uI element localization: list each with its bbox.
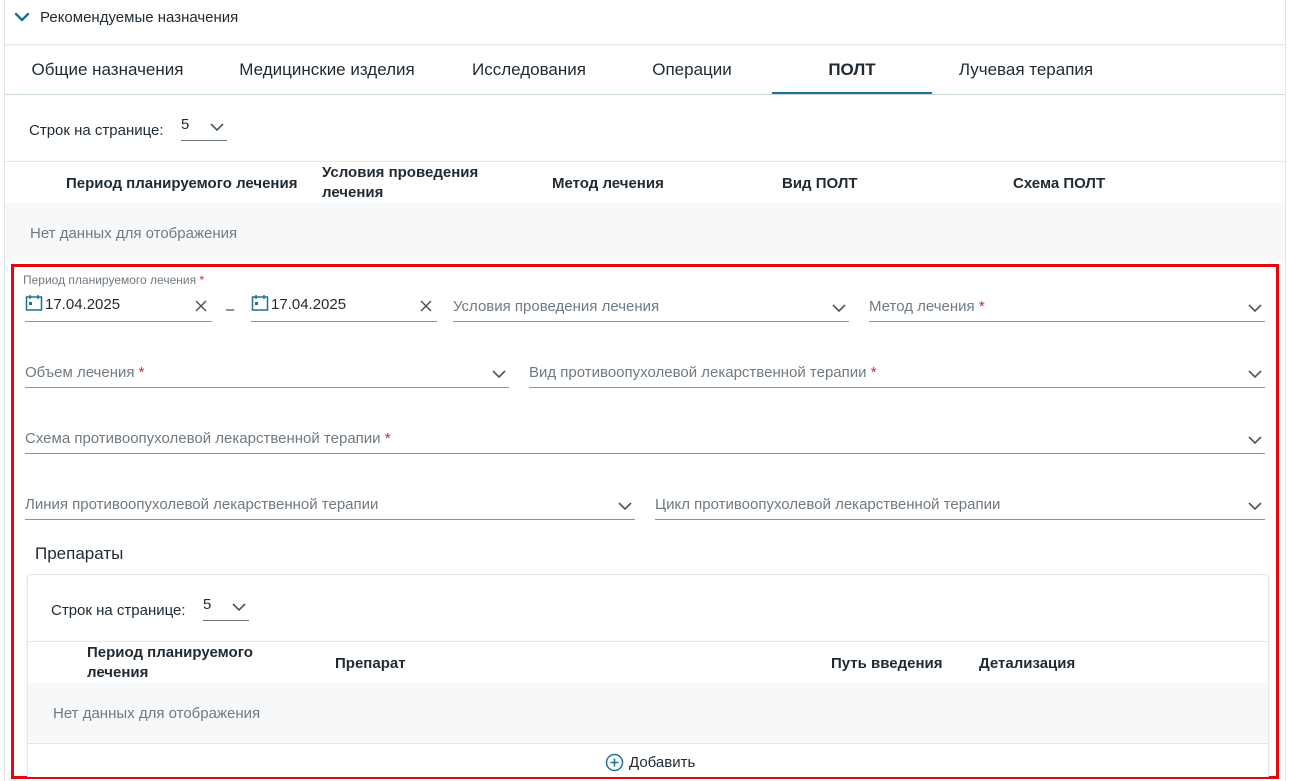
col-drug[interactable]: Препарат [335,654,406,674]
close-icon[interactable] [419,299,433,313]
rows-per-page-value: 5 [181,116,190,133]
date-from-field[interactable]: 17.04.2025 [25,291,212,322]
rows-per-page: Строк на странице: 5 [29,116,239,142]
tab-medical-devices[interactable]: Медицинские изделия [217,46,437,94]
date-separator: – [226,301,235,318]
tab-radiation-therapy[interactable]: Лучевая терапия [945,46,1107,94]
col-conditions[interactable]: Условия проведения лечения [322,163,512,203]
empty-text: Нет данных для отображения [30,225,238,242]
line-select[interactable]: Линия противоопухолевой лекарственной те… [25,489,635,520]
tab-operations[interactable]: Операции [617,46,767,94]
chevron-down-icon[interactable] [13,8,31,26]
scheme-placeholder: Схема противоопухолевой лекарственной те… [25,430,391,447]
chevron-down-icon [1248,304,1262,313]
rows-per-page-label: Строк на странице: [51,602,186,619]
conditions-select[interactable]: Условия проведения лечения [453,291,849,322]
calendar-icon[interactable] [25,294,43,312]
col-method[interactable]: Метод лечения [552,174,664,194]
rows-per-page-select[interactable]: 5 [181,116,227,141]
chevron-down-icon [1248,502,1262,511]
period-label: Период планируемого лечения * [23,273,205,287]
page: Рекомендуемые назначения Общие назначени… [4,0,1286,781]
drugs-table-header: Период планируемого лечения Препарат Пут… [28,641,1268,684]
close-icon[interactable] [194,299,208,313]
date-to-value: 17.04.2025 [271,296,347,313]
drugs-heading: Препараты [35,544,124,563]
col-period[interactable]: Период планируемого лечения [66,174,297,194]
col-polt-type[interactable]: Вид ПОЛТ [782,174,858,194]
cycle-select[interactable]: Цикл противоопухолевой лекарственной тер… [655,489,1265,520]
empty-text: Нет данных для отображения [53,705,261,722]
chevron-down-icon [1248,370,1262,379]
tab-polt[interactable]: ПОЛТ [772,46,932,94]
polt-type-placeholder: Вид противоопухолевой лекарственной тера… [529,364,877,381]
table-header: Период планируемого лечения Условия пров… [5,161,1285,204]
tab-general[interactable]: Общие назначения [5,46,210,94]
chevron-down-icon [1248,436,1262,445]
col-period[interactable]: Период планируемого лечения [87,643,287,683]
empty-row: Нет данных для отображения [28,683,1268,742]
empty-row: Нет данных для отображения [5,203,1285,261]
polt-form: Период планируемого лечения * 17.04.2025… [11,264,1279,779]
col-polt-scheme[interactable]: Схема ПОЛТ [1013,174,1105,194]
section-header[interactable]: Рекомендуемые назначения [5,0,1285,45]
chevron-down-icon [618,502,632,511]
section-title: Рекомендуемые назначения [40,9,239,26]
rows-per-page-label: Строк на странице: [29,122,164,139]
tab-bar: Общие назначения Медицинские изделия Исс… [5,46,1285,95]
plus-circle-icon [605,753,624,772]
tab-research[interactable]: Исследования [450,46,608,94]
chevron-down-icon [832,304,846,313]
chevron-down-icon [210,123,224,132]
date-to-field[interactable]: 17.04.2025 [251,291,437,322]
rows-per-page-select[interactable]: 5 [203,596,249,621]
col-details[interactable]: Детализация [979,654,1075,674]
rows-per-page-value: 5 [203,596,212,613]
conditions-placeholder: Условия проведения лечения [453,298,660,315]
volume-placeholder: Объем лечения * [25,364,145,381]
method-select[interactable]: Метод лечения * [869,291,1265,322]
drugs-table-card: Строк на странице: 5 Период планируемого… [27,574,1269,777]
cycle-placeholder: Цикл противоопухолевой лекарственной тер… [655,496,1001,513]
chevron-down-icon [232,603,246,612]
add-drug-button[interactable]: Добавить [28,743,1268,777]
volume-select[interactable]: Объем лечения * [25,357,509,388]
method-placeholder: Метод лечения * [869,298,985,315]
line-placeholder: Линия противоопухолевой лекарственной те… [25,496,379,513]
drugs-rows-per-page: Строк на странице: 5 [51,596,261,622]
add-drug-label: Добавить [629,754,696,771]
date-from-value: 17.04.2025 [45,296,121,313]
scheme-select[interactable]: Схема противоопухолевой лекарственной те… [25,423,1265,454]
calendar-icon[interactable] [251,294,269,312]
chevron-down-icon [492,370,506,379]
col-route[interactable]: Путь введения [831,654,943,674]
polt-type-select[interactable]: Вид противоопухолевой лекарственной тера… [529,357,1265,388]
